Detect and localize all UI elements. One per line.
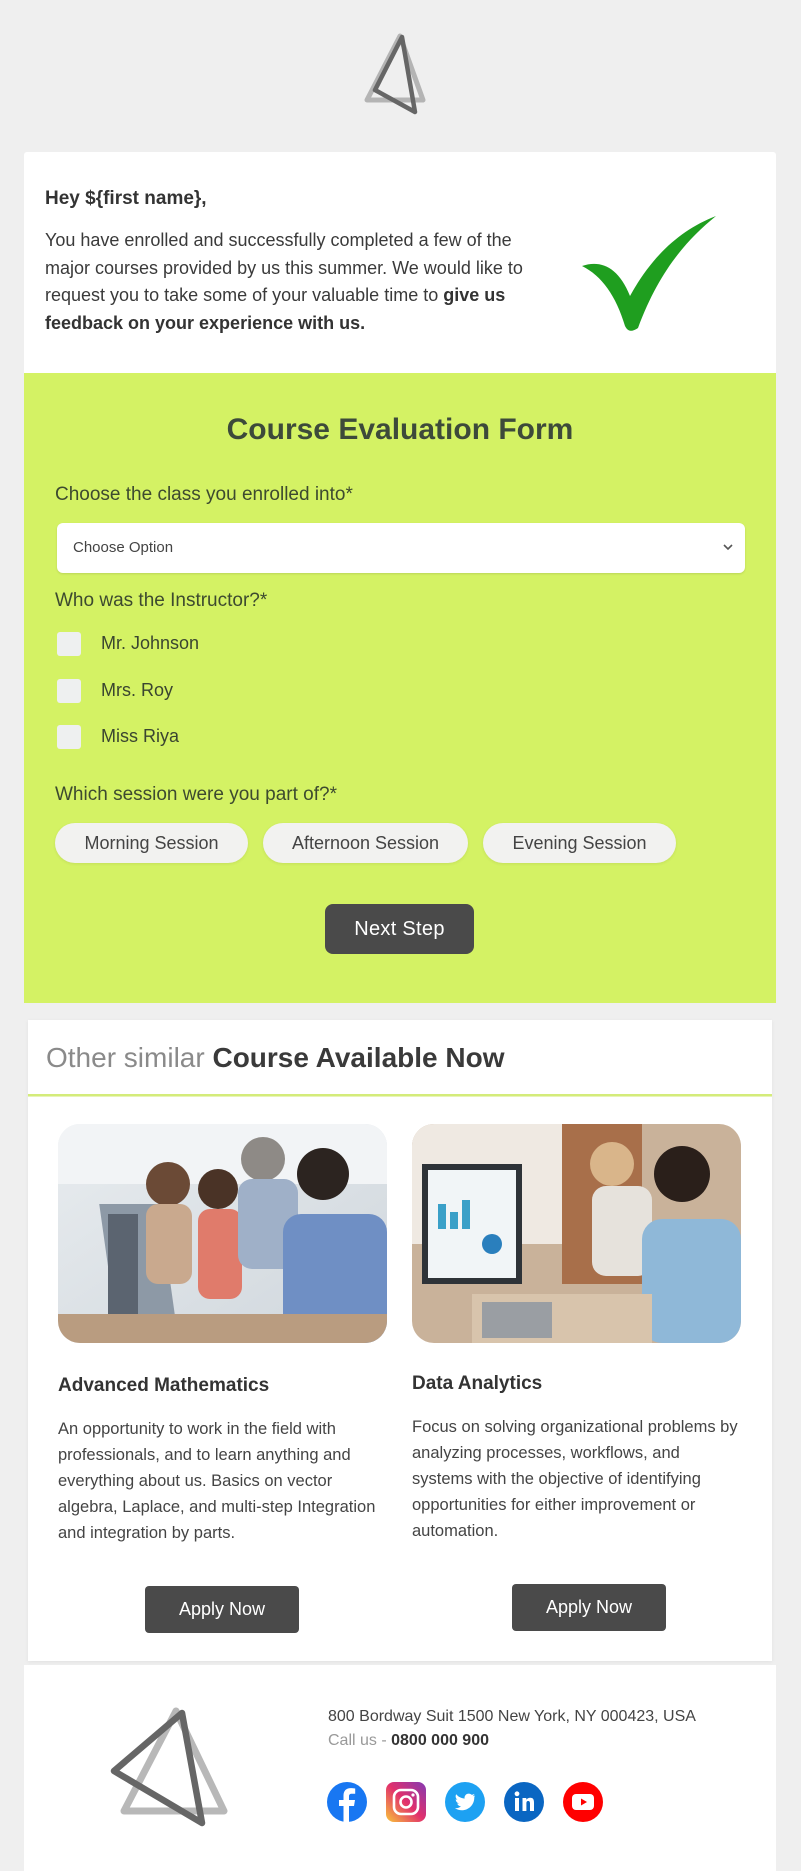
- linkedin-icon[interactable]: [504, 1782, 544, 1822]
- instructor-option-johnson[interactable]: Mr. Johnson: [57, 630, 457, 658]
- greeting: Hey ${first name},: [45, 188, 207, 209]
- instructor-option-label: Mrs. Roy: [101, 680, 173, 700]
- courses-heading-main: Course Available Now: [212, 1042, 505, 1073]
- session-question-label: Which session were you part of?*: [55, 784, 337, 805]
- footer-call: Call us - 0800 000 900: [328, 1732, 489, 1750]
- call-label: Call us -: [328, 1732, 392, 1749]
- triangle-logo-icon: [364, 33, 426, 115]
- apply-now-button-mathematics[interactable]: Apply Now: [145, 1586, 299, 1633]
- checkmark-icon: [580, 216, 720, 334]
- instructor-question-label: Who was the Instructor?*: [55, 590, 268, 611]
- checkbox[interactable]: [57, 632, 81, 656]
- chevron-down-icon: [721, 537, 735, 557]
- course-title: Data Analytics: [412, 1373, 543, 1394]
- class-question-label: Choose the class you enrolled into*: [55, 484, 353, 505]
- courses-heading-prefix: Other similar: [46, 1042, 213, 1073]
- facebook-icon[interactable]: [327, 1782, 367, 1822]
- course-description: An opportunity to work in the field with…: [58, 1420, 376, 1542]
- class-select[interactable]: Choose Option: [57, 523, 745, 573]
- session-option-morning[interactable]: Morning Session: [55, 823, 248, 863]
- apply-now-button-analytics[interactable]: Apply Now: [512, 1584, 666, 1631]
- session-option-evening[interactable]: Evening Session: [483, 823, 676, 863]
- divider: [28, 1094, 772, 1097]
- footer-address: 800 Bordway Suit 1500 New York, NY 00042…: [328, 1708, 696, 1725]
- instagram-icon[interactable]: [386, 1782, 426, 1822]
- brand-logo: [345, 28, 455, 118]
- courses-heading: Other similar Course Available Now: [46, 1042, 504, 1074]
- course-title: Advanced Mathematics: [58, 1375, 270, 1396]
- course-image-analytics: [412, 1124, 741, 1343]
- course-image-mathematics: [58, 1124, 387, 1343]
- twitter-icon[interactable]: [445, 1782, 485, 1822]
- course-evaluation-form: Course Evaluation Form Choose the class …: [24, 373, 776, 1003]
- intro-card: Hey ${first name}, You have enrolled and…: [24, 152, 776, 373]
- phone-number[interactable]: 0800 000 900: [391, 1732, 489, 1749]
- similar-courses-section: Other similar Course Available Now Advan…: [28, 1020, 772, 1661]
- intro-message: You have enrolled and successfully compl…: [45, 227, 535, 337]
- youtube-icon[interactable]: [563, 1782, 603, 1822]
- triangle-logo-icon: [106, 1703, 251, 1831]
- session-option-afternoon[interactable]: Afternoon Session: [263, 823, 468, 863]
- instructor-option-roy[interactable]: Mrs. Roy: [57, 677, 457, 705]
- course-description: Focus on solving organizational problems…: [412, 1418, 738, 1540]
- next-step-button[interactable]: Next Step: [325, 904, 474, 954]
- form-title: Course Evaluation Form: [226, 413, 574, 446]
- class-select-value: Choose Option: [73, 539, 174, 556]
- checkbox[interactable]: [57, 725, 81, 749]
- instructor-option-riya[interactable]: Miss Riya: [57, 723, 457, 751]
- footer: 800 Bordway Suit 1500 New York, NY 00042…: [24, 1665, 776, 1871]
- checkbox[interactable]: [57, 679, 81, 703]
- instructor-option-label: Miss Riya: [101, 726, 180, 746]
- instructor-option-label: Mr. Johnson: [101, 633, 200, 653]
